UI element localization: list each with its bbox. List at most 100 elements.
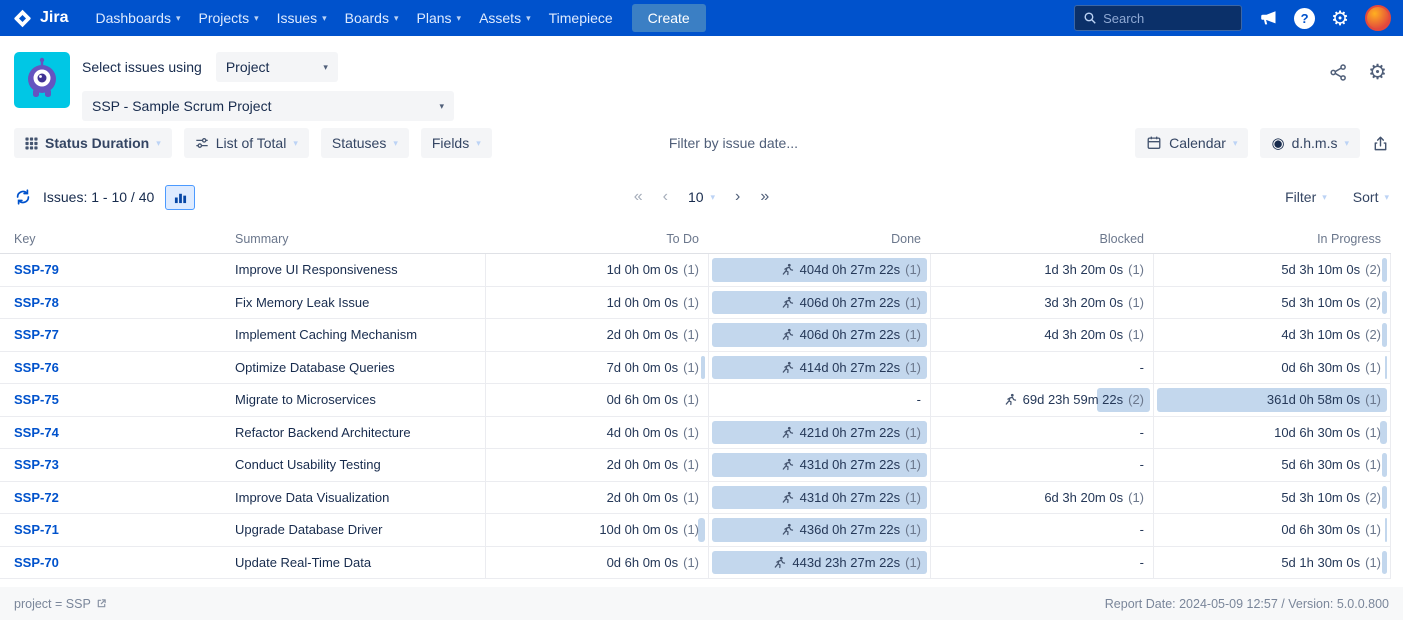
pagination-prev-button[interactable]: ‹ <box>663 189 668 205</box>
issue-summary: Migrate to Microservices <box>221 384 486 416</box>
create-button[interactable]: Create <box>632 4 706 32</box>
project-dropdown[interactable]: SSP - Sample Scrum Project▾ <box>82 91 454 121</box>
issue-count: (1) <box>905 327 921 342</box>
table-row: SSP-75Migrate to Microservices0d 6h 0m 0… <box>0 384 1391 417</box>
chevron-down-icon: ▾ <box>439 102 444 111</box>
duration-bar <box>1382 258 1387 282</box>
issue-count: (1) <box>1365 425 1381 440</box>
column-header-inprogress[interactable]: In Progress <box>1154 232 1391 246</box>
issue-table-body: SSP-79Improve UI Responsiveness1d 0h 0m … <box>0 254 1391 579</box>
nav-timepiece[interactable]: Timepiece <box>540 0 622 36</box>
table-row: SSP-77Implement Caching Mechanism2d 0h 0… <box>0 319 1391 352</box>
issues-count-label: Issues: 1 - 10 / 40 <box>43 189 154 205</box>
table-row: SSP-74Refactor Backend Architecture4d 0h… <box>0 417 1391 450</box>
issue-count: (1) <box>683 555 699 570</box>
blocked-duration-cell: 69d 23h 59m 22s(2) <box>931 384 1154 416</box>
duration-bar <box>698 518 705 542</box>
settings-gear-icon[interactable]: ⚙ <box>1368 62 1387 83</box>
duration-value: 0d 6h 30m 0s <box>1281 522 1360 537</box>
report-type-dropdown[interactable]: Status Duration▾ <box>14 128 172 158</box>
issue-key-link[interactable]: SSP-78 <box>14 295 59 310</box>
key-cell: SSP-79 <box>0 254 221 286</box>
issue-count: (1) <box>1128 295 1144 310</box>
issue-key-link[interactable]: SSP-79 <box>14 262 59 277</box>
duration-format-icon: ◉ <box>1271 136 1284 151</box>
column-header-blocked[interactable]: Blocked <box>931 232 1154 246</box>
runner-icon <box>781 361 794 374</box>
time-unit-dropdown[interactable]: ◉ d.h.m.s▾ <box>1260 128 1360 158</box>
issue-key-link[interactable]: SSP-74 <box>14 425 59 440</box>
gear-icon[interactable]: ⚙ <box>1331 8 1349 28</box>
nav-assets[interactable]: Assets▾ <box>470 0 540 36</box>
page-size-select[interactable]: 10▾ <box>688 189 715 205</box>
duration-value: - <box>917 392 921 407</box>
refresh-icon[interactable] <box>14 188 32 206</box>
issue-key-link[interactable]: SSP-77 <box>14 327 59 342</box>
key-cell: SSP-73 <box>0 449 221 481</box>
key-cell: SSP-70 <box>0 547 221 579</box>
duration-value: 5d 3h 10m 0s <box>1281 295 1360 310</box>
column-header-done[interactable]: Done <box>709 232 931 246</box>
user-avatar[interactable] <box>1365 5 1391 31</box>
duration-value: - <box>1140 522 1144 537</box>
share-icon[interactable] <box>1329 63 1348 82</box>
inprogress-duration-cell: 5d 3h 10m 0s(2) <box>1154 287 1391 319</box>
help-icon[interactable]: ? <box>1294 8 1315 29</box>
inprogress-duration-cell: 0d 6h 30m 0s (1) <box>1154 514 1391 546</box>
duration-value: 7d 0h 0m 0s <box>607 360 679 375</box>
blocked-duration-cell: - <box>931 514 1154 546</box>
column-header-todo[interactable]: To Do <box>486 232 709 246</box>
runner-icon <box>781 328 794 341</box>
calendar-dropdown[interactable]: Calendar▾ <box>1135 128 1248 158</box>
issue-summary: Fix Memory Leak Issue <box>221 287 486 319</box>
search-input[interactable] <box>1103 11 1223 26</box>
chart-view-button[interactable] <box>165 185 195 210</box>
select-method-dropdown[interactable]: Project▾ <box>216 52 338 82</box>
nav-projects[interactable]: Projects▾ <box>190 0 268 36</box>
issue-count: (1) <box>905 555 921 570</box>
pagination-first-button[interactable]: « <box>634 189 643 205</box>
issue-count: (1) <box>683 360 699 375</box>
export-icon[interactable] <box>1372 135 1389 152</box>
duration-value: 436d 0h 27m 22s <box>800 522 900 537</box>
issue-key-link[interactable]: SSP-73 <box>14 457 59 472</box>
issue-selector-section: Select issues using Project▾ SSP - Sampl… <box>0 36 1403 126</box>
megaphone-icon[interactable] <box>1258 8 1278 28</box>
column-header-key[interactable]: Key <box>0 232 221 246</box>
column-header-summary[interactable]: Summary <box>221 232 486 246</box>
nav-dashboards[interactable]: Dashboards▾ <box>86 0 189 36</box>
blocked-duration-cell: - <box>931 547 1154 579</box>
external-link-icon[interactable] <box>96 598 107 609</box>
duration-value: - <box>1140 457 1144 472</box>
issue-key-link[interactable]: SSP-72 <box>14 490 59 505</box>
duration-value: 5d 3h 10m 0s <box>1281 262 1360 277</box>
nav-boards[interactable]: Boards▾ <box>336 0 408 36</box>
statuses-dropdown[interactable]: Statuses▾ <box>321 128 409 158</box>
issue-key-link[interactable]: SSP-76 <box>14 360 59 375</box>
nav-issues[interactable]: Issues▾ <box>268 0 336 36</box>
pagination-last-button[interactable]: » <box>760 189 769 205</box>
search-box[interactable] <box>1074 5 1242 31</box>
done-duration-cell: - <box>709 384 931 416</box>
filter-dropdown[interactable]: Filter▾ <box>1285 189 1327 205</box>
duration-value: 10d 0h 0m 0s <box>599 522 678 537</box>
jira-logo[interactable]: Jira <box>12 8 68 29</box>
pagination-next-button[interactable]: › <box>735 189 740 205</box>
blocked-duration-cell: 1d 3h 20m 0s(1) <box>931 254 1154 286</box>
todo-duration-cell: 1d 0h 0m 0s(1) <box>486 287 709 319</box>
nav-plans[interactable]: Plans▾ <box>408 0 471 36</box>
issue-count: (1) <box>1365 522 1381 537</box>
runner-icon <box>773 556 786 569</box>
runner-icon <box>781 296 794 309</box>
key-cell: SSP-71 <box>0 514 221 546</box>
inprogress-duration-cell: 5d 6h 30m 0s(1) <box>1154 449 1391 481</box>
issue-date-filter[interactable]: Filter by issue date... <box>669 135 798 151</box>
issue-key-link[interactable]: SSP-70 <box>14 555 59 570</box>
list-type-dropdown[interactable]: List of Total▾ <box>184 128 309 158</box>
runner-icon <box>781 426 794 439</box>
sort-dropdown[interactable]: Sort▾ <box>1353 189 1389 205</box>
issue-key-link[interactable]: SSP-71 <box>14 522 59 537</box>
fields-dropdown[interactable]: Fields▾ <box>421 128 492 158</box>
issue-key-link[interactable]: SSP-75 <box>14 392 59 407</box>
chevron-down-icon: ▾ <box>1322 193 1327 202</box>
